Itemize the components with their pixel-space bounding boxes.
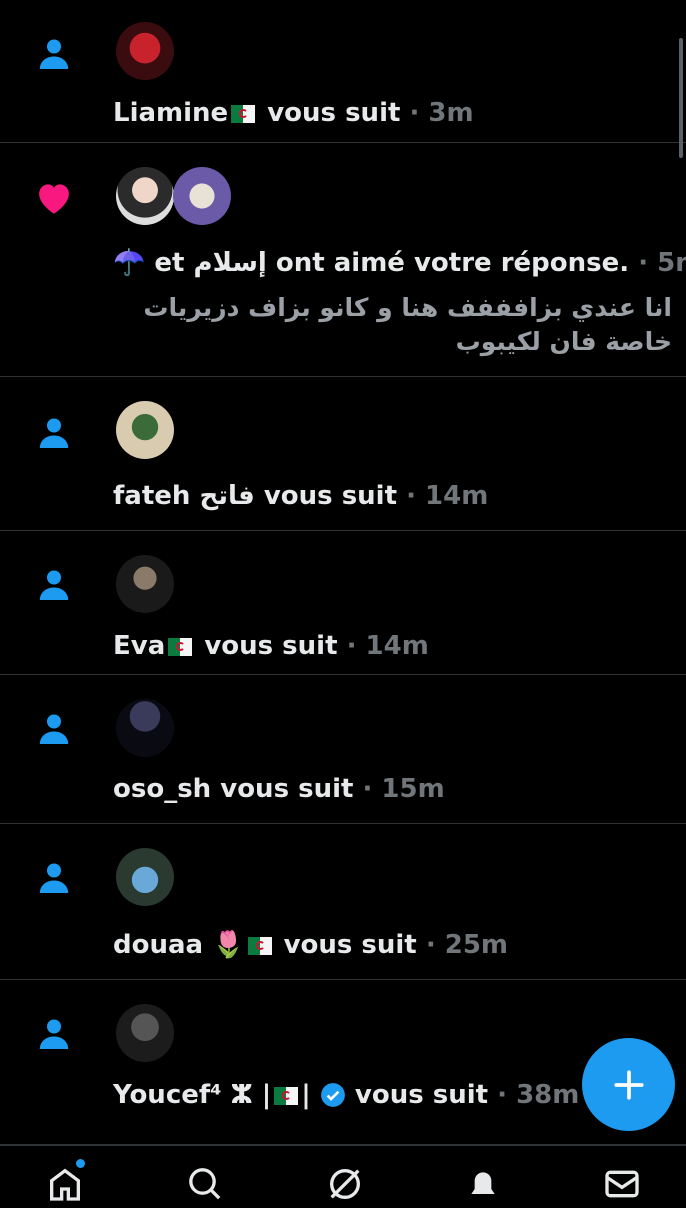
reply-preview[interactable]: انا عندي بزافففف هنا و كانو بزاف دزيريات… [112, 291, 672, 359]
timestamp: · 25m [425, 930, 509, 960]
action-text: vous suit [267, 98, 401, 128]
avatar[interactable] [116, 699, 174, 757]
timestamp: · 14m [346, 631, 429, 661]
action-text: vous suit [263, 481, 398, 511]
user-name[interactable]: Liamine [113, 98, 228, 128]
nav-search[interactable] [185, 1164, 235, 1204]
action-text: ont aimé votre réponse. [275, 248, 630, 278]
notification-item[interactable]: ☂️ et إسلام ont aimé votre réponse. · 5m… [0, 143, 686, 377]
avatar[interactable] [116, 22, 174, 80]
algeria-flag-icon [247, 937, 272, 955]
user-names[interactable]: ☂️ et إسلام [113, 248, 267, 278]
action-text: vous suit [220, 774, 354, 804]
messages-icon [605, 1170, 639, 1198]
algeria-flag-icon [231, 105, 256, 123]
search-icon [189, 1168, 221, 1200]
nav-notifications[interactable] [463, 1164, 513, 1204]
timestamp: · 15m [362, 774, 445, 804]
nav-grok[interactable] [325, 1164, 375, 1204]
action-text: vous suit [204, 631, 338, 661]
algeria-flag-icon [168, 638, 193, 656]
avatar[interactable] [116, 848, 174, 906]
home-icon [50, 1168, 80, 1201]
avatar[interactable] [116, 167, 174, 225]
bottom-nav [0, 1145, 686, 1201]
heart-icon [39, 184, 69, 214]
timestamp: · 3m [409, 98, 474, 128]
person-icon [39, 863, 69, 893]
grok-icon [330, 1169, 360, 1199]
avatar[interactable] [116, 1004, 174, 1062]
person-icon [39, 418, 69, 448]
timestamp: · 14m [406, 481, 489, 511]
person-icon [39, 570, 69, 600]
person-icon [39, 1019, 69, 1049]
plus-icon [613, 1069, 644, 1100]
algeria-flag-icon [274, 1087, 299, 1105]
avatar[interactable] [173, 167, 231, 225]
notification-item[interactable]: Eva vous suit · 14m [0, 531, 686, 675]
action-text: vous suit [283, 930, 417, 960]
nav-messages[interactable] [602, 1164, 652, 1204]
person-icon [39, 39, 69, 69]
avatar[interactable] [116, 401, 174, 459]
notification-item[interactable]: oso_sh vous suit · 15m [0, 675, 686, 824]
notification-item[interactable]: douaa 🌷 vous suit · 25m [0, 824, 686, 980]
notification-item[interactable]: Youcef⁴ ⵣ | | vous suit · 38m [0, 980, 686, 1145]
notification-item[interactable]: fateh فاتح vous suit · 14m [0, 377, 686, 531]
user-name[interactable]: Youcef⁴ ⵣ | [113, 1080, 271, 1110]
notifications-icon [471, 1172, 495, 1194]
scrollbar[interactable] [679, 38, 683, 158]
action-text: vous suit [354, 1080, 489, 1110]
verified-badge-icon [320, 1083, 345, 1107]
user-name[interactable]: fateh فاتح [113, 481, 255, 511]
user-name[interactable]: douaa 🌷 [113, 930, 245, 960]
new-dot [76, 1159, 85, 1168]
nav-home[interactable] [45, 1159, 95, 1204]
person-icon [39, 714, 69, 744]
timestamp: · 38m [497, 1080, 580, 1110]
user-name[interactable]: Eva [113, 631, 165, 661]
notification-item[interactable]: Liamine vous suit · 3m [0, 0, 686, 143]
compose-button[interactable] [582, 1038, 675, 1131]
avatar[interactable] [116, 555, 174, 613]
user-name[interactable]: oso_sh [113, 774, 211, 804]
timestamp: · 5m [638, 248, 686, 278]
